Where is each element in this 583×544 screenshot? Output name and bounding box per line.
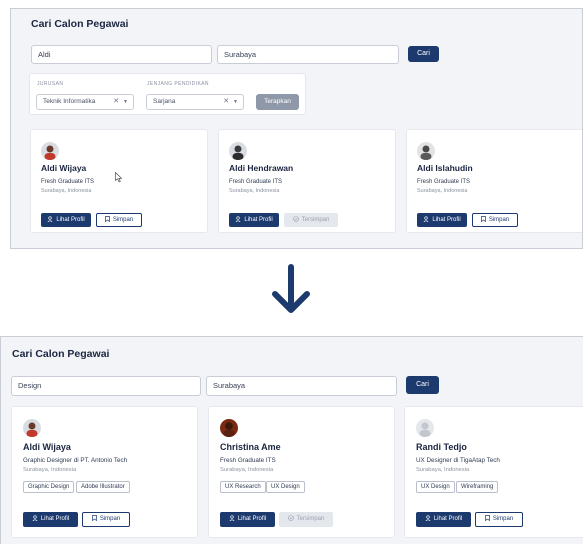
candidate-location: Surabaya, Indonesia: [23, 467, 77, 473]
user-icon: [32, 515, 38, 522]
candidate-role: Fresh Graduate ITS: [229, 179, 283, 185]
user-icon: [47, 216, 53, 223]
avatar: [229, 142, 247, 160]
candidate-role: Fresh Graduate ITS: [41, 179, 95, 185]
candidate-card: Aldi Hendrawan Fresh Graduate ITS Suraba…: [218, 129, 396, 233]
avatar: [220, 419, 238, 437]
close-icon[interactable]: ✕: [113, 98, 119, 105]
keyword-search-input[interactable]: Aldi: [31, 45, 212, 64]
view-profile-button[interactable]: Lihat Profil: [229, 213, 279, 227]
candidate-name[interactable]: Aldi Wijaya: [23, 442, 71, 452]
close-icon[interactable]: ✕: [223, 98, 229, 105]
candidate-role: UX Designer di TigaAtap Tech: [416, 457, 500, 464]
candidate-name[interactable]: Aldi Hendrawan: [229, 163, 293, 173]
skill-tag: UX Research: [220, 481, 266, 493]
search-button[interactable]: Cari: [406, 376, 439, 394]
save-candidate-button[interactable]: Simpan: [96, 213, 142, 227]
candidate-card: Randi Tedjo UX Designer di TigaAtap Tech…: [404, 406, 583, 538]
candidate-name[interactable]: Aldi Islahudin: [417, 163, 473, 173]
candidate-location: Surabaya, Indonesia: [417, 188, 468, 194]
jenjang-value: Sarjana: [153, 98, 176, 105]
skill-tag: Graphic Design: [23, 481, 75, 493]
location-search-input[interactable]: Surabaya: [217, 45, 399, 64]
candidate-name[interactable]: Randi Tedjo: [416, 442, 467, 452]
arrow-down-icon: [272, 264, 310, 313]
user-icon: [425, 515, 431, 522]
skill-tag: UX Design: [416, 481, 455, 493]
user-icon: [229, 515, 235, 522]
avatar: [23, 419, 41, 437]
candidate-card: Aldi Wijaya Graphic Designer di PT. Anto…: [11, 406, 198, 538]
jurusan-value: Teknik Informatika: [43, 98, 96, 105]
candidate-location: Surabaya, Indonesia: [229, 188, 280, 194]
bookmark-icon: [480, 216, 486, 223]
jenjang-select[interactable]: Sarjana ✕ ▼: [146, 94, 244, 110]
candidate-card: Christina Ame Fresh Graduate ITS Surabay…: [208, 406, 395, 538]
keyword-search-input[interactable]: Design: [11, 376, 201, 396]
location-search-input[interactable]: Surabaya: [206, 376, 397, 396]
jurusan-label: JURUSAN: [37, 81, 64, 87]
bookmark-icon: [91, 515, 97, 522]
candidate-card: Aldi Islahudin Fresh Graduate ITS Suraba…: [406, 129, 582, 233]
candidate-role: Fresh Graduate ITS: [220, 457, 276, 464]
user-icon: [235, 216, 241, 223]
check-circle-icon: [287, 515, 294, 522]
avatar: [417, 142, 435, 160]
apply-filter-button[interactable]: Terapkan: [256, 94, 299, 110]
skill-tag: Adobe Illustrator: [76, 481, 130, 493]
after-screen: Cari Calon Pegawai Design Surabaya Cari …: [0, 336, 583, 544]
chevron-down-icon[interactable]: ▼: [123, 99, 128, 105]
candidate-name[interactable]: Christina Ame: [220, 442, 281, 452]
jurusan-select[interactable]: Teknik Informatika ✕ ▼: [36, 94, 134, 110]
avatar: [416, 419, 434, 437]
view-profile-button[interactable]: Lihat Profil: [416, 512, 471, 527]
candidate-location: Surabaya, Indonesia: [416, 467, 470, 473]
page-title: Cari Calon Pegawai: [12, 348, 110, 360]
chevron-down-icon[interactable]: ▼: [233, 99, 238, 105]
skill-tag: Wireframing: [456, 481, 499, 493]
save-candidate-button[interactable]: Simpan: [475, 512, 523, 527]
avatar: [41, 142, 59, 160]
search-button[interactable]: Cari: [408, 46, 439, 62]
bookmark-icon: [484, 515, 490, 522]
candidate-name[interactable]: Aldi Wijaya: [41, 163, 86, 173]
view-profile-button[interactable]: Lihat Profil: [23, 512, 78, 527]
jenjang-label: JENJANG PENDIDIKAN: [147, 81, 209, 87]
skill-tag: UX Design: [266, 481, 305, 493]
candidate-location: Surabaya, Indonesia: [41, 188, 92, 194]
user-icon: [423, 216, 429, 223]
view-profile-button[interactable]: Lihat Profil: [417, 213, 467, 227]
candidate-role: Fresh Graduate ITS: [417, 179, 471, 185]
candidate-location: Surabaya, Indonesia: [220, 467, 274, 473]
check-circle-icon: [292, 216, 299, 223]
mouse-cursor-icon: [115, 172, 123, 183]
bookmark-icon: [104, 216, 110, 223]
save-candidate-button[interactable]: Simpan: [82, 512, 130, 527]
candidate-role: Graphic Designer di PT. Antonio Tech: [23, 457, 128, 464]
view-profile-button[interactable]: Lihat Profil: [220, 512, 275, 527]
filter-panel: JURUSAN Teknik Informatika ✕ ▼ JENJANG P…: [29, 73, 306, 115]
before-screen: Cari Calon Pegawai Aldi Surabaya Cari JU…: [10, 8, 583, 249]
saved-candidate-button[interactable]: Tersimpan: [284, 213, 338, 227]
page-title: Cari Calon Pegawai: [31, 18, 129, 30]
saved-candidate-button[interactable]: Tersimpan: [279, 512, 333, 527]
view-profile-button[interactable]: Lihat Profil: [41, 213, 91, 227]
save-candidate-button[interactable]: Simpan: [472, 213, 518, 227]
